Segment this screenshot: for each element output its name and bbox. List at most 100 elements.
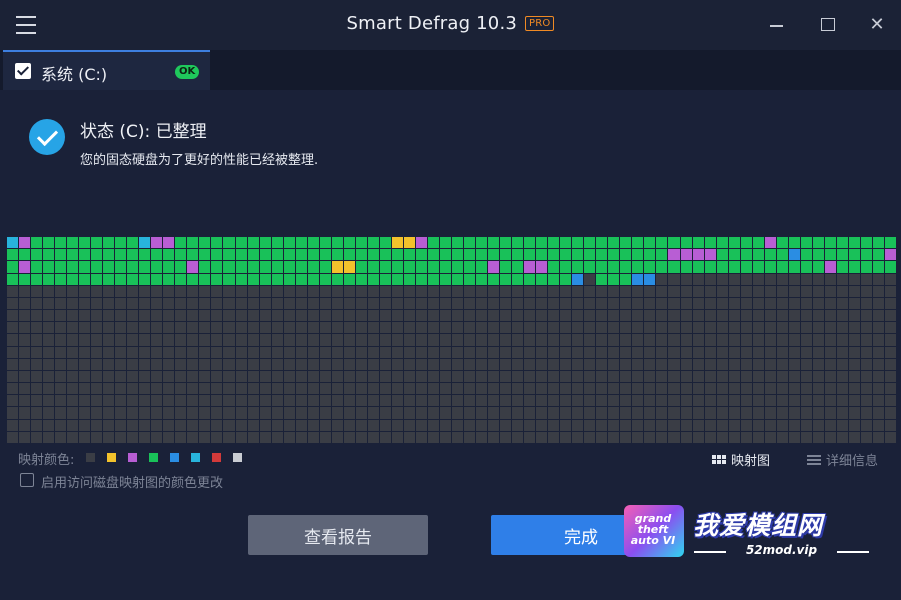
map-cell [860,407,872,419]
map-cell [872,237,884,249]
map-cell [584,419,596,431]
maximize-icon[interactable] [817,14,839,36]
map-cell [343,249,355,261]
map-cell [247,273,259,285]
map-cell [319,249,331,261]
map-cell [764,346,776,358]
map-cell [656,297,668,310]
map-cell [464,346,476,358]
map-cell [31,273,43,285]
map-cell [175,395,187,407]
map-cell [644,273,656,285]
map-cell [836,346,848,358]
map-cell [379,358,391,370]
map-cell [55,346,67,358]
map-cell [439,346,451,358]
close-icon[interactable]: ✕ [866,14,888,36]
map-cell [584,383,596,395]
map-cell [752,346,764,358]
map-cell [524,358,536,370]
map-cell [692,370,704,383]
map-cell [403,310,415,322]
map-cell [247,407,259,419]
legend-swatch [170,452,180,462]
map-cell [752,383,764,395]
map-cell [283,261,295,273]
tab-drive-c[interactable]: 系统 (C:) OK [3,50,210,90]
map-cell [800,261,812,273]
map-cell [91,261,103,273]
map-cell [19,334,31,346]
map-cell [247,285,259,297]
map-cell [812,334,824,346]
map-cell [187,431,199,443]
map-cell [331,261,343,273]
map-cell [415,383,427,395]
map-cell [259,419,271,431]
map-cell [764,370,776,383]
map-cell [692,334,704,346]
map-cell [464,237,476,249]
map-cell [7,431,19,443]
checkbox-checked-icon[interactable] [15,63,31,79]
view-report-button[interactable]: 查看报告 [248,515,428,555]
map-cell [740,358,752,370]
map-cell [596,285,608,297]
map-cell [55,273,67,285]
map-cell [524,334,536,346]
map-cell [343,273,355,285]
map-cell [464,383,476,395]
map-cell [668,297,680,310]
detail-view-button[interactable]: 详细信息 [807,450,878,469]
map-cell [764,431,776,443]
map-cell [403,261,415,273]
map-cell [740,370,752,383]
map-cell [103,273,115,285]
map-cell [596,358,608,370]
map-cell [668,310,680,322]
map-cell [692,346,704,358]
status-title: 状态 (C): 已整理 [80,122,207,142]
map-cell [115,297,127,310]
map-cell [716,249,728,261]
map-cell [776,383,788,395]
map-cell [187,273,199,285]
map-cell [488,431,500,443]
map-cell [548,431,560,443]
map-cell [439,297,451,310]
map-cell [476,370,488,383]
map-cell [536,297,548,310]
minimize-icon[interactable] [766,14,788,36]
map-cell [848,358,860,370]
map-cell [79,322,91,334]
map-cell [668,358,680,370]
color-change-checkbox[interactable] [20,473,34,487]
map-cell [524,297,536,310]
map-cell [476,237,488,249]
map-cell [632,370,644,383]
map-cell [31,431,43,443]
map-cell [343,370,355,383]
map-cell [199,370,211,383]
map-cell [512,249,524,261]
map-cell [259,297,271,310]
map-cell [259,310,271,322]
map-cell [524,419,536,431]
map-cell [199,237,211,249]
map-cell [415,395,427,407]
map-view-button[interactable]: 映射图 [712,450,770,469]
map-cell [476,322,488,334]
map-cell [127,346,139,358]
map-cell [247,249,259,261]
map-cell [319,285,331,297]
map-cell [43,249,55,261]
map-cell [656,237,668,249]
color-change-label[interactable]: 启用访问磁盘映射图的颜色更改 [41,472,223,491]
map-cell [163,273,175,285]
map-cell [764,237,776,249]
map-cell [31,346,43,358]
map-cell [656,310,668,322]
map-cell [295,249,307,261]
map-cell [500,261,512,273]
map-cell [271,407,283,419]
